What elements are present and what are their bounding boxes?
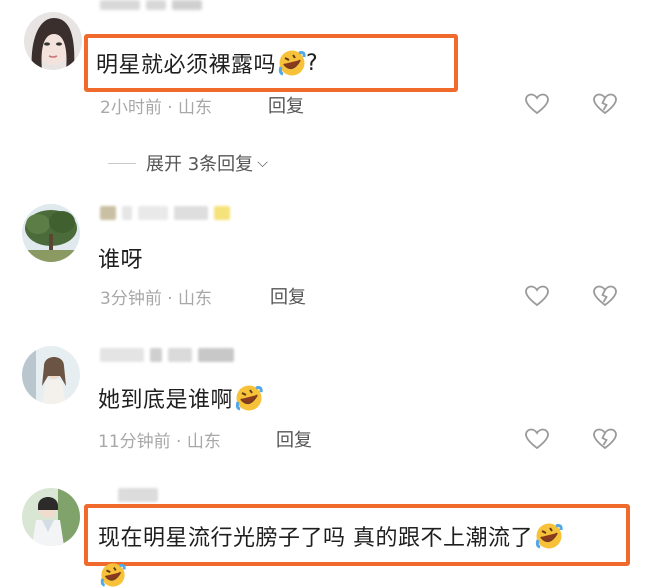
comment-item: 现在明星流行光膀子了吗 真的跟不上潮流了 [0,480,660,587]
comment-item: 明星就必须裸露吗 ? 2小时前 · 山东 回复 [0,0,660,140]
comment-meta: 3分钟前 · 山东 [100,289,213,309]
broken-heart-icon[interactable] [592,284,618,308]
reply-button[interactable]: 回复 [276,426,312,452]
rofl-emoji-icon [535,522,563,550]
avatar[interactable] [24,12,82,70]
rofl-emoji-icon [235,384,263,412]
comment-item: 谁呀 3分钟前 · 山东 回复 [0,196,660,316]
comment-meta: 2小时前 · 山东 [100,98,213,118]
comment-text: 现在明星流行光膀子了吗 真的跟不上潮流了 [98,520,563,552]
blurred-username [118,488,158,502]
broken-heart-icon[interactable] [592,427,618,451]
chevron-down-icon: ⌵ [257,155,268,171]
rofl-emoji-icon [100,562,126,588]
reply-button[interactable]: 回复 [268,92,304,118]
comment-text: 明星就必须裸露吗 ? [96,49,319,78]
blurred-username [100,348,234,362]
comment-meta: 11分钟前 · 山东 [98,432,221,452]
heart-outline-icon[interactable] [524,92,550,116]
expand-replies-button[interactable]: 展开 3条回复 ⌵ [108,150,268,176]
avatar[interactable] [22,346,80,404]
broken-heart-icon[interactable] [592,92,618,116]
reply-button[interactable]: 回复 [270,283,306,309]
heart-outline-icon[interactable] [524,284,550,308]
heart-outline-icon[interactable] [524,427,550,451]
expand-replies-label: 展开 3条回复 [146,154,254,175]
divider [108,162,136,164]
comment-text: 她到底是谁啊 [98,382,263,414]
avatar[interactable] [22,204,80,262]
blurred-username [100,206,230,220]
avatar[interactable] [22,488,80,546]
rofl-emoji-icon [278,49,306,77]
comment-text: 谁呀 [98,248,144,273]
comment-item: 她到底是谁啊 11分钟前 · 山东 回复 [0,338,660,458]
